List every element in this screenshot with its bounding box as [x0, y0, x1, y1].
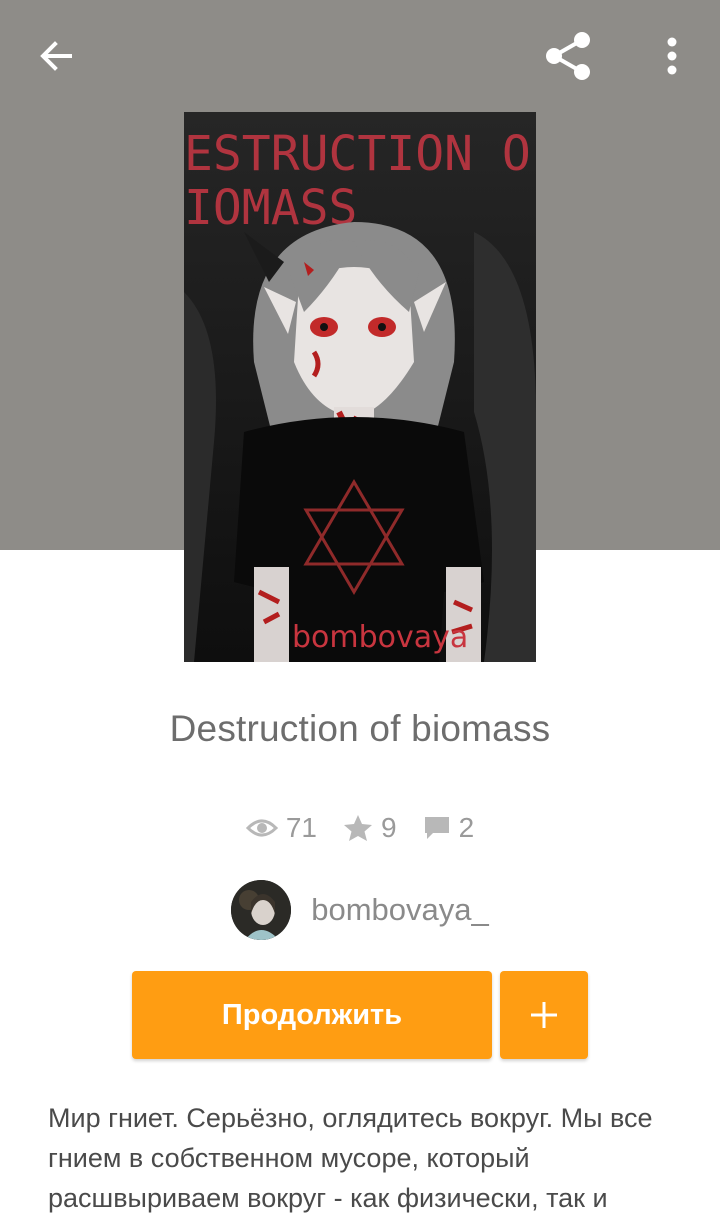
views-stat: 71	[245, 812, 317, 844]
star-icon	[344, 815, 372, 841]
plus-icon	[531, 1002, 557, 1028]
avatar[interactable]	[231, 880, 292, 940]
story-description: Мир гниет. Серьёзно, оглядитесь вокруг. …	[48, 1103, 653, 1213]
comments-stat: 2	[423, 812, 475, 844]
add-to-library-button[interactable]	[500, 971, 588, 1059]
back-button[interactable]	[20, 20, 92, 92]
share-icon	[546, 32, 590, 80]
cover-title-line-1: ESTRUCTION OF	[184, 126, 536, 182]
eye-icon	[245, 819, 278, 837]
story-cover-image[interactable]: ESTRUCTION OF IOMASS bombovaya	[184, 112, 536, 662]
author-name[interactable]: bombovaya_	[311, 892, 489, 928]
comments-count: 2	[458, 812, 475, 843]
votes-stat: 9	[343, 812, 397, 844]
arrow-left-icon	[40, 41, 72, 71]
author-row[interactable]: bombovaya_	[0, 880, 720, 940]
comment-icon	[424, 817, 449, 839]
more-options-button[interactable]	[640, 20, 704, 92]
continue-reading-button[interactable]: Продолжить	[132, 971, 492, 1059]
story-title: Destruction of biomass	[169, 708, 551, 749]
views-count: 71	[285, 812, 317, 843]
more-vertical-icon	[667, 37, 677, 75]
story-stats: 71 9 2	[0, 812, 720, 844]
cover-signature: bombovaya	[292, 620, 468, 655]
votes-count: 9	[381, 812, 397, 843]
share-button[interactable]	[532, 20, 604, 92]
